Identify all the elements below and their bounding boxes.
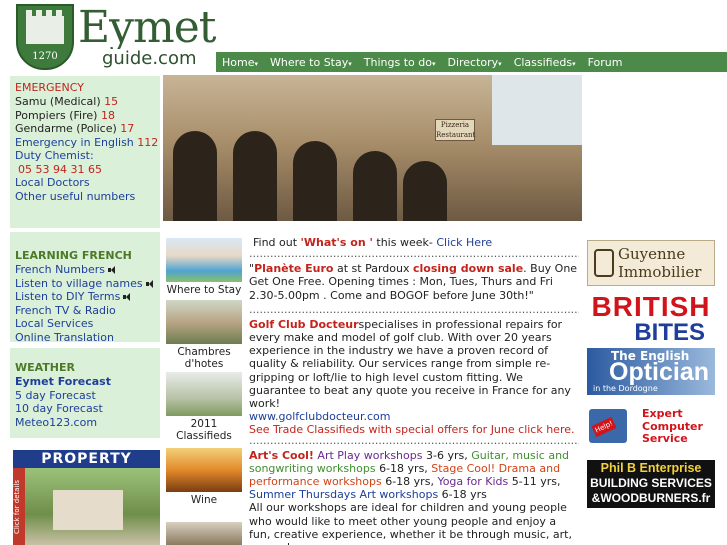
arts-cool-body: All our workshops are ideal for children… xyxy=(249,501,572,545)
ad-line: &WOODBURNERS.fr xyxy=(591,491,711,505)
town-crest-logo[interactable]: 1270 xyxy=(16,4,74,70)
golf-url-link[interactable]: www.golfclubdocteur.com xyxy=(249,410,579,423)
arts-cool-ad: Art's Cool! Art Play workshops 3-6 yrs, … xyxy=(249,448,570,502)
learning-french-heading: LEARNING FRENCH xyxy=(15,249,132,262)
site-subtitle[interactable]: guide.com xyxy=(98,49,201,69)
main-content: Find out 'What's on ' this week- Click H… xyxy=(249,236,579,545)
village-names-link[interactable]: Listen to village names xyxy=(15,277,155,291)
diy-terms-link[interactable]: Listen to DIY Terms xyxy=(15,290,155,304)
thumb-chambres[interactable]: Chambres d'hotes xyxy=(166,300,242,370)
ad-line: BRITISH xyxy=(591,293,711,322)
ad-line: BITES xyxy=(634,319,705,344)
duty-chemist-number: 05 53 94 31 65 xyxy=(18,162,102,176)
nav-forum[interactable]: Forum xyxy=(588,56,623,69)
hero-arch xyxy=(293,141,337,221)
nav-things-to-do[interactable]: Things to do▾ xyxy=(364,56,436,69)
thumb-where-to-stay[interactable]: Where to Stay xyxy=(166,238,242,296)
emergency-panel: EMERGENCY Samu (Medical) 15 Pompiers (Fi… xyxy=(10,76,160,228)
thumb-label: Where to Stay xyxy=(166,284,242,296)
eymet-forecast-link[interactable]: Eymet Forecast xyxy=(15,375,155,389)
pool-photo xyxy=(166,238,242,282)
nav-classifieds[interactable]: Classifieds▾ xyxy=(514,56,576,69)
thumb-label: Wine xyxy=(190,494,218,506)
thumb-next[interactable] xyxy=(166,522,242,545)
hero-arch xyxy=(173,131,217,221)
castle-tower-icon xyxy=(26,10,64,44)
hero-sky xyxy=(492,75,582,145)
ad-line: BUILDING SERVICES xyxy=(590,476,712,490)
weather-panel: WEATHER Eymet Forecast 5 day Forecast 10… xyxy=(10,348,160,438)
wine-photo xyxy=(166,448,242,492)
caret-down-icon: ▾ xyxy=(498,59,502,68)
caret-down-icon: ▾ xyxy=(254,59,258,68)
dotted-divider: ........................................… xyxy=(249,436,579,447)
expert-computer-ad[interactable]: Help! Expert Computer Service xyxy=(587,403,715,449)
weather-heading: WEATHER xyxy=(15,361,76,374)
hero-arch xyxy=(353,151,397,221)
crest-year: 1270 xyxy=(32,51,58,62)
dotted-divider: ........................................… xyxy=(249,305,579,316)
local-doctors-link[interactable]: Local Doctors xyxy=(15,176,155,190)
property-title: PROPERTY xyxy=(13,450,160,468)
speaker-icon xyxy=(107,266,118,274)
pizzeria-sign: Pizzeria Restaurant xyxy=(435,119,476,141)
phil-b-enterprise-ad[interactable]: Phil B Enterprise BUILDING SERVICES &WOO… xyxy=(587,460,715,508)
ad-line: Optician xyxy=(609,358,710,386)
whats-on-link[interactable]: Click Here xyxy=(436,236,492,249)
whats-on-line: Find out 'What's on ' this week- Click H… xyxy=(253,236,493,249)
thumb-label: Chambres d'hotes xyxy=(177,346,231,370)
meteo123-link[interactable]: Meteo123.com xyxy=(15,416,155,430)
property-banner[interactable]: PROPERTY Click for details xyxy=(13,450,160,545)
emergency-item: Samu (Medical) 15 xyxy=(15,95,119,108)
caret-down-icon: ▾ xyxy=(572,59,576,68)
emergency-item: Emergency in English 112 xyxy=(15,135,159,149)
nav-home[interactable]: Home▾ xyxy=(222,56,258,69)
caret-down-icon: ▾ xyxy=(431,59,436,68)
hero-photo-arcades: Pizzeria Restaurant xyxy=(163,75,582,221)
dotted-divider: ........................................… xyxy=(249,250,579,261)
learning-french-panel: LEARNING FRENCH French Numbers Listen to… xyxy=(10,232,160,345)
gi-monogram-icon xyxy=(594,249,614,277)
speaker-icon xyxy=(123,293,133,301)
thumb-wine[interactable]: Wine xyxy=(166,448,242,506)
nav-directory[interactable]: Directory▾ xyxy=(447,56,501,69)
chambres-photo xyxy=(166,300,242,344)
online-translation-link[interactable]: Online Translation xyxy=(15,331,155,345)
ad-line: Guyenne xyxy=(618,245,686,263)
ad-line: Phil B Enterprise xyxy=(600,461,702,475)
five-day-forecast-link[interactable]: 5 day Forecast xyxy=(15,389,155,403)
english-optician-ad[interactable]: The English Optician in the Dordogne xyxy=(587,348,715,395)
ad-lines: Expert Computer Service xyxy=(642,407,703,445)
classifieds-photo xyxy=(166,372,242,416)
ten-day-forecast-link[interactable]: 10 day Forecast xyxy=(15,402,155,416)
speaker-icon xyxy=(145,279,156,288)
duty-chemist-label: Duty Chemist: xyxy=(15,149,94,162)
thumb-label: 2011 Classifieds xyxy=(176,418,232,442)
french-tv-radio-link[interactable]: French TV & Radio xyxy=(15,304,155,318)
planete-euro-ad: "Planète Euro at st Pardoux closing down… xyxy=(249,262,578,302)
trade-classifieds-link[interactable]: See Trade Classifieds with special offer… xyxy=(249,423,579,436)
local-services-link[interactable]: Local Services xyxy=(15,317,155,331)
emergency-item: Gendarme (Police) 17 xyxy=(15,122,135,135)
emergency-heading: EMERGENCY xyxy=(15,81,84,94)
hero-arch xyxy=(403,161,447,221)
click-for-details-tab[interactable]: Click for details xyxy=(13,468,25,545)
next-thumb-photo xyxy=(166,522,242,545)
main-nav: Home▾ Where to Stay▾ Things to do▾ Direc… xyxy=(216,52,727,72)
guyenne-immobilier-ad[interactable]: Guyenne Immobilier xyxy=(587,240,715,286)
caret-down-icon: ▾ xyxy=(348,59,352,68)
useful-numbers-link[interactable]: Other useful numbers xyxy=(15,190,155,204)
property-house-shape xyxy=(53,490,123,530)
hero-arch xyxy=(233,131,277,221)
ad-line: Immobilier xyxy=(618,263,702,281)
site-header: 1270 Eymet guide.com Home▾ Where to Stay… xyxy=(10,0,727,72)
british-bites-ad[interactable]: BRITISH BITES xyxy=(587,293,715,343)
ad-line: in the Dordogne xyxy=(593,384,658,393)
golf-club-ad: Golf Club Docteurspecialises in professi… xyxy=(249,317,571,411)
thumb-classifieds[interactable]: 2011 Classifieds xyxy=(166,372,242,442)
french-numbers-link[interactable]: French Numbers xyxy=(15,263,155,277)
nav-where-to-stay[interactable]: Where to Stay▾ xyxy=(270,56,352,69)
emergency-item: Pompiers (Fire) 18 xyxy=(15,108,115,122)
site-title[interactable]: Eymet xyxy=(78,6,216,50)
